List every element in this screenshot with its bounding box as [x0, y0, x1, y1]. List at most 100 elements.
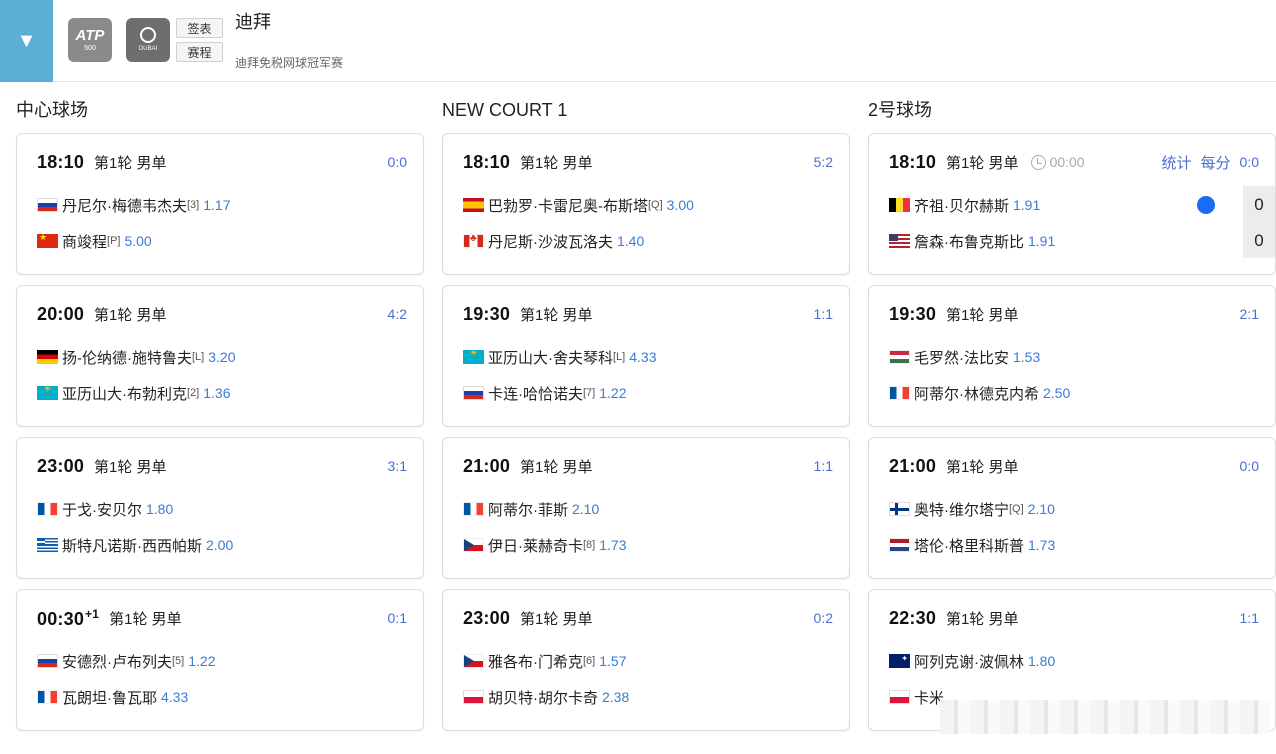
- player-odds[interactable]: 1.80: [1028, 653, 1055, 669]
- head-to-head-record[interactable]: 0:0: [1240, 154, 1259, 170]
- player-row[interactable]: 雅各布·门希克 [6] 1.57: [463, 649, 833, 673]
- player-row[interactable]: 阿蒂尔·林德克内希 2.50: [889, 381, 1259, 405]
- player-odds[interactable]: 4.33: [629, 349, 656, 365]
- player-row[interactable]: 安德烈·卢布列夫 [5] 1.22: [37, 649, 407, 673]
- head-to-head-record[interactable]: 0:2: [814, 610, 833, 626]
- player-row[interactable]: 胡贝特·胡尔卡奇 2.38: [463, 685, 833, 709]
- head-to-head-record[interactable]: 0:1: [388, 610, 407, 626]
- point-by-point-link[interactable]: 每分: [1201, 152, 1231, 173]
- player-name[interactable]: 丹尼尔·梅德韦杰夫: [62, 195, 187, 216]
- player-name[interactable]: 阿蒂尔·菲斯: [488, 499, 568, 520]
- country-flag-icon: [463, 198, 484, 212]
- head-to-head-record[interactable]: 1:1: [814, 306, 833, 322]
- head-to-head-record[interactable]: 0:0: [388, 154, 407, 170]
- draw-button[interactable]: 签表: [176, 18, 223, 38]
- player-row[interactable]: 亚历山大·布勃利克 [2] 1.36: [37, 381, 407, 405]
- player-odds[interactable]: 2.10: [1028, 501, 1055, 517]
- match-card[interactable]: 18:10 第1轮 男单 5:2 巴勃罗·卡雷尼奥-布斯塔 [Q] 3.00 丹尼…: [442, 133, 850, 275]
- player-row[interactable]: 塔伦·格里科斯普 1.73: [889, 533, 1259, 557]
- court-column: 中心球场 18:10 第1轮 男单 0:0 丹尼尔·梅德韦杰夫 [3] 1.17: [16, 96, 426, 741]
- player-name[interactable]: 阿蒂尔·林德克内希: [914, 383, 1039, 404]
- player-row[interactable]: 毛罗然·法比安 1.53: [889, 345, 1259, 369]
- player-row[interactable]: 阿列克谢·波佩林 1.80: [889, 649, 1259, 673]
- player-odds[interactable]: 2.00: [206, 537, 233, 553]
- head-to-head-record[interactable]: 1:1: [1240, 610, 1259, 626]
- player-name[interactable]: 瓦朗坦·鲁瓦耶: [62, 687, 157, 708]
- player-odds[interactable]: 2.10: [572, 501, 599, 517]
- match-card[interactable]: 21:00 第1轮 男单 1:1 阿蒂尔·菲斯 2.10 伊日·莱赫奇卡 [8] …: [442, 437, 850, 579]
- player-row[interactable]: 丹尼斯·沙波瓦洛夫 1.40: [463, 229, 833, 253]
- player-row[interactable]: 亚历山大·舍夫琴科 [L] 4.33: [463, 345, 833, 369]
- player-name[interactable]: 卡连·哈恰诺夫: [488, 383, 583, 404]
- player-odds[interactable]: 3.20: [208, 349, 235, 365]
- player-row[interactable]: 瓦朗坦·鲁瓦耶 4.33: [37, 685, 407, 709]
- player-odds[interactable]: 1.80: [146, 501, 173, 517]
- head-to-head-record[interactable]: 0:0: [1240, 458, 1259, 474]
- player-row[interactable]: 商竣程 [P] 5.00: [37, 229, 407, 253]
- player-odds[interactable]: 4.33: [161, 689, 188, 705]
- match-card[interactable]: 21:00 第1轮 男单 0:0 奥特·维尔塔宁 [Q] 2.10 塔伦·格里科斯…: [868, 437, 1276, 579]
- match-card[interactable]: 20:00 第1轮 男单 4:2 扬-伦纳德·施特鲁夫 [L] 3.20 亚历山大…: [16, 285, 424, 427]
- schedule-button[interactable]: 赛程: [176, 42, 223, 62]
- player-name[interactable]: 亚历山大·舍夫琴科: [488, 347, 613, 368]
- player-name[interactable]: 塔伦·格里科斯普: [914, 535, 1024, 556]
- player-name[interactable]: 伊日·莱赫奇卡: [488, 535, 583, 556]
- player-name[interactable]: 亚历山大·布勃利克: [62, 383, 187, 404]
- player-name[interactable]: 斯特凡诺斯·西西帕斯: [62, 535, 202, 556]
- collapse-toggle-button[interactable]: ▼: [0, 0, 53, 82]
- player-row[interactable]: 伊日·莱赫奇卡 [8] 1.73: [463, 533, 833, 557]
- player-odds[interactable]: 1.73: [599, 537, 626, 553]
- player-row[interactable]: 斯特凡诺斯·西西帕斯 2.00: [37, 533, 407, 557]
- player-odds[interactable]: 1.91: [1028, 233, 1055, 249]
- player-name[interactable]: 丹尼斯·沙波瓦洛夫: [488, 231, 613, 252]
- player-odds[interactable]: 1.22: [188, 653, 215, 669]
- head-to-head-record[interactable]: 3:1: [388, 458, 407, 474]
- match-card[interactable]: 23:00 第1轮 男单 0:2 雅各布·门希克 [6] 1.57 胡贝特·胡尔卡…: [442, 589, 850, 731]
- player-odds[interactable]: 1.40: [617, 233, 644, 249]
- player-name[interactable]: 阿列克谢·波佩林: [914, 651, 1024, 672]
- player-name[interactable]: 毛罗然·法比安: [914, 347, 1009, 368]
- player-name[interactable]: 商竣程: [62, 231, 107, 252]
- player-row[interactable]: 扬-伦纳德·施特鲁夫 [L] 3.20: [37, 345, 407, 369]
- match-card[interactable]: 19:30 第1轮 男单 2:1 毛罗然·法比安 1.53 阿蒂尔·林德克内希 2…: [868, 285, 1276, 427]
- match-card[interactable]: 18:10 第1轮 男单 00:00 统计 每分 0:0 0 0 齐祖·贝尔赫斯 1.…: [868, 133, 1276, 275]
- player-name[interactable]: 詹森·布鲁克斯比: [914, 231, 1024, 252]
- player-name[interactable]: 安德烈·卢布列夫: [62, 651, 172, 672]
- player-odds[interactable]: 2.50: [1043, 385, 1070, 401]
- player-odds[interactable]: 1.57: [599, 653, 626, 669]
- player-row[interactable]: 卡连·哈恰诺夫 [7] 1.22: [463, 381, 833, 405]
- match-time: 23:00: [37, 456, 84, 477]
- player-odds[interactable]: 3.00: [667, 197, 694, 213]
- match-card[interactable]: 00:30+1 第1轮 男单 0:1 安德烈·卢布列夫 [5] 1.22 瓦朗坦·…: [16, 589, 424, 731]
- player-row[interactable]: 丹尼尔·梅德韦杰夫 [3] 1.17: [37, 193, 407, 217]
- match-card[interactable]: 18:10 第1轮 男单 0:0 丹尼尔·梅德韦杰夫 [3] 1.17 商竣程 […: [16, 133, 424, 275]
- player-row[interactable]: 齐祖·贝尔赫斯 1.91: [889, 193, 1259, 217]
- player-odds[interactable]: 2.38: [602, 689, 629, 705]
- player-name[interactable]: 齐祖·贝尔赫斯: [914, 195, 1009, 216]
- stats-link[interactable]: 统计: [1162, 152, 1192, 173]
- head-to-head-record[interactable]: 1:1: [814, 458, 833, 474]
- player-odds[interactable]: 1.36: [203, 385, 230, 401]
- player-name[interactable]: 奥特·维尔塔宁: [914, 499, 1009, 520]
- match-card[interactable]: 23:00 第1轮 男单 3:1 于戈·安贝尔 1.80 斯特凡诺斯·西西帕斯 2…: [16, 437, 424, 579]
- player-row[interactable]: 巴勃罗·卡雷尼奥-布斯塔 [Q] 3.00: [463, 193, 833, 217]
- player-name[interactable]: 胡贝特·胡尔卡奇: [488, 687, 598, 708]
- player-name[interactable]: 雅各布·门希克: [488, 651, 583, 672]
- player-odds[interactable]: 5.00: [124, 233, 151, 249]
- player-row[interactable]: 奥特·维尔塔宁 [Q] 2.10: [889, 497, 1259, 521]
- player-row[interactable]: 詹森·布鲁克斯比 1.91: [889, 229, 1259, 253]
- player-row[interactable]: 阿蒂尔·菲斯 2.10: [463, 497, 833, 521]
- player-name[interactable]: 巴勃罗·卡雷尼奥-布斯塔: [488, 195, 648, 216]
- head-to-head-record[interactable]: 2:1: [1240, 306, 1259, 322]
- match-card[interactable]: 19:30 第1轮 男单 1:1 亚历山大·舍夫琴科 [L] 4.33 卡连·哈恰…: [442, 285, 850, 427]
- player-odds[interactable]: 1.22: [599, 385, 626, 401]
- head-to-head-record[interactable]: 5:2: [814, 154, 833, 170]
- player-odds[interactable]: 1.17: [203, 197, 230, 213]
- player-name[interactable]: 扬-伦纳德·施特鲁夫: [62, 347, 192, 368]
- head-to-head-record[interactable]: 4:2: [388, 306, 407, 322]
- player-row[interactable]: 于戈·安贝尔 1.80: [37, 497, 407, 521]
- player-odds[interactable]: 1.91: [1013, 197, 1040, 213]
- player-odds[interactable]: 1.73: [1028, 537, 1055, 553]
- player-odds[interactable]: 1.53: [1013, 349, 1040, 365]
- player-name[interactable]: 于戈·安贝尔: [62, 499, 142, 520]
